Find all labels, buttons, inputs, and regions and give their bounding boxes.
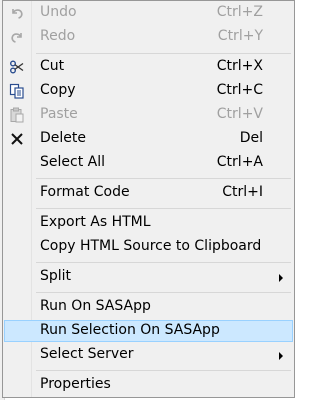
menu-item-shortcut: Del	[239, 130, 263, 146]
menu-item-format-code[interactable]: Format Code Ctrl+I	[4, 182, 293, 204]
redo-icon	[9, 29, 25, 45]
menu-item-run-on-sasapp[interactable]: Run On SASApp	[4, 296, 293, 318]
delete-x-icon	[9, 131, 25, 147]
menu-item-label: Run Selection On SASApp	[40, 322, 220, 338]
menu-separator	[36, 178, 291, 179]
menu-separator	[36, 53, 291, 54]
menu-item-run-selection-on-sasapp[interactable]: Run Selection On SASApp	[4, 320, 293, 342]
menu-item-label: Properties	[40, 376, 111, 392]
menu-item-label: Copy	[40, 82, 76, 98]
menu-item-label: Copy HTML Source to Clipboard	[40, 238, 262, 254]
menu-item-label: Redo	[40, 28, 76, 44]
menu-item-shortcut: Ctrl+I	[222, 184, 263, 200]
menu-separator	[36, 292, 291, 293]
menu-item-copy-html-source[interactable]: Copy HTML Source to Clipboard	[4, 236, 293, 258]
menu-item-redo[interactable]: Redo Ctrl+Y	[4, 26, 293, 48]
menu-item-undo[interactable]: Undo Ctrl+Z	[4, 2, 293, 24]
submenu-arrow-icon	[279, 352, 283, 360]
menu-item-paste[interactable]: Paste Ctrl+V	[4, 104, 293, 126]
menu-item-shortcut: Ctrl+X	[216, 58, 263, 74]
menu-item-split[interactable]: Split	[4, 266, 293, 288]
submenu-arrow-icon	[279, 274, 283, 282]
menu-item-select-all[interactable]: Select All Ctrl+A	[4, 152, 293, 174]
menu-item-select-server[interactable]: Select Server	[4, 344, 293, 366]
menu-separator	[36, 262, 291, 263]
menu-item-shortcut: Ctrl+V	[216, 106, 263, 122]
menu-item-shortcut: Ctrl+C	[216, 82, 263, 98]
menu-item-shortcut: Ctrl+Z	[216, 4, 263, 20]
menu-item-label: Undo	[40, 4, 77, 20]
menu-item-label: Format Code	[40, 184, 130, 200]
menu-item-label: Cut	[40, 58, 65, 74]
menu-item-delete[interactable]: Delete Del	[4, 128, 293, 150]
menu-item-label: Select Server	[40, 346, 134, 362]
menu-item-shortcut: Ctrl+A	[216, 154, 263, 170]
paste-icon	[9, 107, 25, 123]
menu-item-copy[interactable]: Copy Ctrl+C	[4, 80, 293, 102]
menu-item-cut[interactable]: Cut Ctrl+X	[4, 56, 293, 78]
scissors-icon	[9, 59, 25, 75]
menu-item-export-as-html[interactable]: Export As HTML	[4, 212, 293, 234]
menu-item-label: Run On SASApp	[40, 298, 151, 314]
menu-item-label: Paste	[40, 106, 78, 122]
context-menu: Undo Ctrl+Z Redo Ctrl+Y Cut Ctrl+X Copy …	[2, 0, 295, 398]
menu-item-label: Export As HTML	[40, 214, 151, 230]
menu-separator	[36, 208, 291, 209]
copy-icon	[9, 83, 25, 99]
menu-item-shortcut: Ctrl+Y	[217, 28, 263, 44]
menu-item-label: Delete	[40, 130, 86, 146]
menu-separator	[36, 370, 291, 371]
undo-icon	[9, 5, 25, 21]
menu-item-properties[interactable]: Properties	[4, 374, 293, 396]
menu-item-label: Select All	[40, 154, 105, 170]
menu-item-label: Split	[40, 268, 72, 284]
